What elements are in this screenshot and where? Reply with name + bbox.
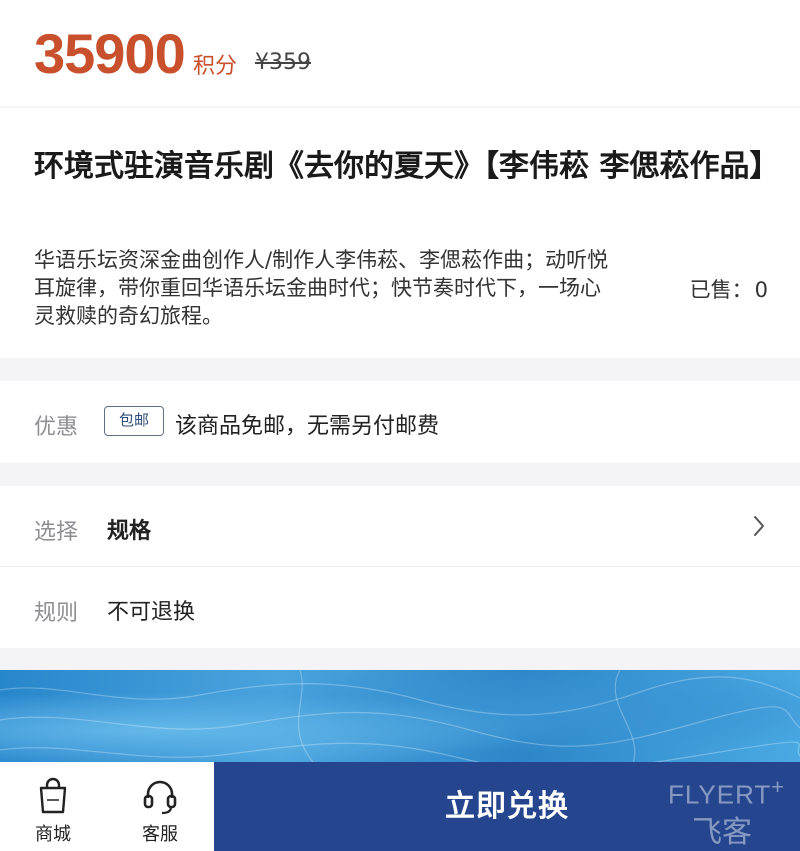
product-info: 环境式驻演音乐剧《去你的夏天》【李伟菘 李偲菘作品】 华语乐坛资深金曲创作人/制…: [0, 108, 800, 358]
product-image-banner: [0, 670, 800, 770]
product-description: 华语乐坛资深金曲创作人/制作人李伟菘、李偲菘作曲；动听悦耳旋律，带你重回华语乐坛…: [34, 248, 609, 328]
flyert-watermark: FLYERT+ 飞客: [668, 774, 785, 851]
options-section: 选择 规格 规则 不可退换: [0, 486, 800, 648]
price-section: 35900 积分 ¥359: [0, 0, 800, 106]
shop-tab[interactable]: 商城: [18, 776, 88, 846]
service-tab-label: 客服: [142, 824, 178, 845]
sold-count: 已售：0: [688, 274, 768, 304]
customer-service-tab[interactable]: 客服: [125, 776, 195, 846]
watermark-text: FLYERT+: [668, 774, 785, 811]
promo-label: 优惠: [34, 415, 79, 440]
water-texture: [0, 670, 800, 770]
shop-tab-label: 商城: [35, 824, 71, 845]
sold-number: 0: [754, 278, 768, 302]
chevron-right-icon: [754, 516, 764, 536]
spec-label: 选择: [34, 520, 79, 545]
watermark-plus: +: [771, 774, 785, 799]
promo-text: 该商品免邮，无需另付邮费: [175, 414, 440, 439]
watermark-line1: FLYERT: [668, 779, 772, 810]
headset-icon: [143, 780, 177, 815]
spec-selector-row[interactable]: 选择 规格: [0, 486, 800, 567]
free-shipping-badge: 包邮: [104, 406, 164, 436]
original-price: ¥359: [255, 50, 311, 75]
shopping-bag-icon: [39, 777, 67, 814]
rules-label: 规则: [34, 601, 79, 626]
bottom-tabs: 商城 客服: [0, 762, 214, 851]
points-unit: 积分: [193, 54, 238, 79]
spec-value: 规格: [107, 519, 152, 544]
rules-value: 不可退换: [107, 600, 196, 625]
watermark-cn: 飞客: [692, 815, 752, 849]
rules-row: 规则 不可退换: [0, 567, 800, 648]
sold-label: 已售：: [689, 278, 753, 302]
points-price: 35900: [34, 22, 186, 85]
promotion-row: 优惠 包邮 该商品免邮，无需另付邮费: [0, 381, 800, 463]
product-title: 环境式驻演音乐剧《去你的夏天》【李伟菘 李偲菘作品】: [34, 149, 780, 184]
